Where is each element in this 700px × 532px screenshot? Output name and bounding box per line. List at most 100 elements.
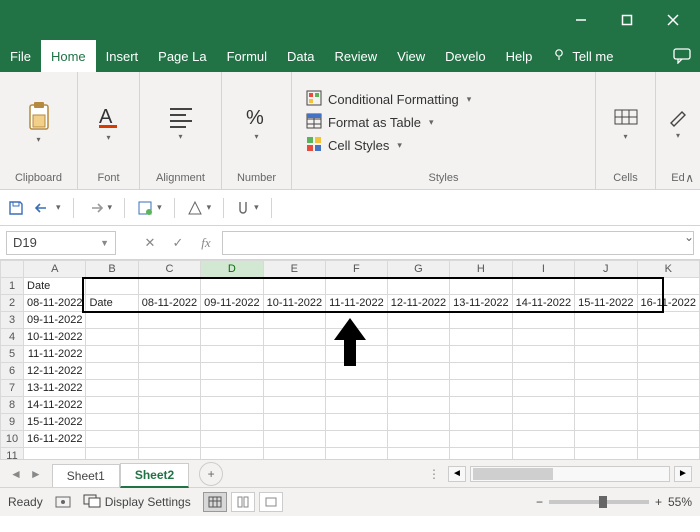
cell[interactable] bbox=[450, 448, 512, 461]
cell[interactable] bbox=[263, 363, 325, 380]
row-header[interactable]: 9 bbox=[1, 414, 24, 431]
cell[interactable] bbox=[575, 431, 637, 448]
cell[interactable]: 09-11-2022 bbox=[24, 312, 86, 329]
tab-help[interactable]: Help bbox=[496, 40, 543, 72]
cell[interactable]: 13-11-2022 bbox=[24, 380, 86, 397]
cell[interactable]: 09-11-2022 bbox=[201, 295, 263, 312]
cell[interactable] bbox=[201, 329, 263, 346]
select-all-corner[interactable] bbox=[1, 261, 24, 278]
cell[interactable] bbox=[387, 346, 449, 363]
sheet-tab-sheet2[interactable]: Sheet2 bbox=[120, 463, 189, 488]
row-header[interactable]: 6 bbox=[1, 363, 24, 380]
tab-review[interactable]: Review bbox=[325, 40, 388, 72]
cell[interactable] bbox=[387, 431, 449, 448]
cancel-formula-button[interactable]: ✕ bbox=[138, 235, 162, 251]
cell[interactable] bbox=[263, 380, 325, 397]
cell[interactable]: 14-11-2022 bbox=[512, 295, 574, 312]
cell[interactable] bbox=[263, 278, 325, 295]
cell[interactable] bbox=[575, 448, 637, 461]
display-settings-button[interactable]: Display Settings bbox=[83, 494, 191, 511]
cell[interactable] bbox=[263, 431, 325, 448]
cell[interactable] bbox=[263, 329, 325, 346]
cell[interactable] bbox=[263, 448, 325, 461]
minimize-button[interactable] bbox=[558, 5, 604, 35]
save-button[interactable] bbox=[8, 200, 24, 216]
expand-formula-bar-button[interactable]: ⌄ bbox=[684, 230, 694, 244]
cell[interactable] bbox=[138, 414, 200, 431]
maximize-button[interactable] bbox=[604, 5, 650, 35]
cell[interactable]: 11-11-2022 bbox=[326, 295, 388, 312]
cell[interactable] bbox=[387, 363, 449, 380]
cell[interactable] bbox=[138, 278, 200, 295]
cell[interactable]: 11-11-2022 bbox=[24, 346, 86, 363]
cell[interactable] bbox=[575, 329, 637, 346]
cell[interactable] bbox=[201, 363, 263, 380]
cell[interactable] bbox=[138, 363, 200, 380]
col-header-i[interactable]: I bbox=[512, 261, 574, 278]
cell[interactable] bbox=[326, 278, 388, 295]
number-button[interactable]: % ▾ bbox=[240, 102, 274, 143]
collapse-ribbon-button[interactable]: ∧ bbox=[685, 171, 694, 185]
cell-styles-button[interactable]: Cell Styles▾ bbox=[306, 136, 402, 155]
cell[interactable] bbox=[138, 448, 200, 461]
cell[interactable] bbox=[512, 397, 574, 414]
cell[interactable] bbox=[86, 448, 138, 461]
row-header[interactable]: 1 bbox=[1, 278, 24, 295]
tab-formulas[interactable]: Formul bbox=[217, 40, 277, 72]
cell[interactable] bbox=[387, 380, 449, 397]
cell[interactable]: Date bbox=[24, 278, 86, 295]
h-scrollbar[interactable] bbox=[470, 466, 670, 482]
row-header[interactable]: 2 bbox=[1, 295, 24, 312]
cell[interactable]: 13-11-2022 bbox=[450, 295, 512, 312]
cell[interactable] bbox=[637, 414, 699, 431]
col-header-d[interactable]: D bbox=[201, 261, 263, 278]
row-header[interactable]: 8 bbox=[1, 397, 24, 414]
cell[interactable] bbox=[637, 363, 699, 380]
tab-home[interactable]: Home bbox=[41, 40, 96, 72]
cells-button[interactable]: ▾ bbox=[609, 102, 643, 143]
sheet-nav[interactable]: ◄ ► bbox=[0, 467, 52, 481]
cell[interactable] bbox=[512, 431, 574, 448]
cell[interactable] bbox=[575, 397, 637, 414]
cell[interactable] bbox=[326, 448, 388, 461]
cell[interactable] bbox=[637, 397, 699, 414]
cell[interactable] bbox=[575, 380, 637, 397]
cell[interactable] bbox=[637, 312, 699, 329]
cell[interactable] bbox=[450, 346, 512, 363]
row-header[interactable]: 11 bbox=[1, 448, 24, 461]
cell[interactable] bbox=[637, 329, 699, 346]
zoom-value[interactable]: 55% bbox=[668, 495, 692, 509]
cell[interactable] bbox=[450, 278, 512, 295]
col-header-h[interactable]: H bbox=[450, 261, 512, 278]
font-button[interactable]: A ▾ bbox=[92, 101, 126, 144]
cell[interactable] bbox=[138, 397, 200, 414]
tab-view[interactable]: View bbox=[387, 40, 435, 72]
cell[interactable] bbox=[263, 346, 325, 363]
qat-item-1[interactable]: ▾ bbox=[137, 200, 162, 216]
scroll-right-button[interactable]: ► bbox=[674, 466, 692, 482]
sheet-nav-next-icon[interactable]: ► bbox=[30, 467, 42, 481]
cell[interactable] bbox=[512, 448, 574, 461]
tab-developer[interactable]: Develo bbox=[435, 40, 495, 72]
fx-button[interactable]: fx bbox=[194, 235, 218, 251]
cell[interactable] bbox=[512, 346, 574, 363]
cell[interactable] bbox=[138, 431, 200, 448]
col-header-g[interactable]: G bbox=[387, 261, 449, 278]
row-header[interactable]: 7 bbox=[1, 380, 24, 397]
cell[interactable] bbox=[450, 431, 512, 448]
cell[interactable] bbox=[201, 312, 263, 329]
sheet-nav-prev-icon[interactable]: ◄ bbox=[10, 467, 22, 481]
cell[interactable] bbox=[387, 397, 449, 414]
worksheet-grid[interactable]: A B C D E F G H I J K 1Date 208-11-2022D… bbox=[0, 260, 700, 460]
col-header-c[interactable]: C bbox=[138, 261, 200, 278]
cell[interactable] bbox=[637, 431, 699, 448]
cell[interactable] bbox=[201, 397, 263, 414]
cell[interactable] bbox=[387, 312, 449, 329]
row-header[interactable]: 3 bbox=[1, 312, 24, 329]
cell[interactable] bbox=[450, 380, 512, 397]
formula-input[interactable] bbox=[222, 231, 694, 255]
cell[interactable] bbox=[637, 278, 699, 295]
cell[interactable] bbox=[86, 329, 138, 346]
cell[interactable] bbox=[86, 346, 138, 363]
cell[interactable] bbox=[387, 414, 449, 431]
